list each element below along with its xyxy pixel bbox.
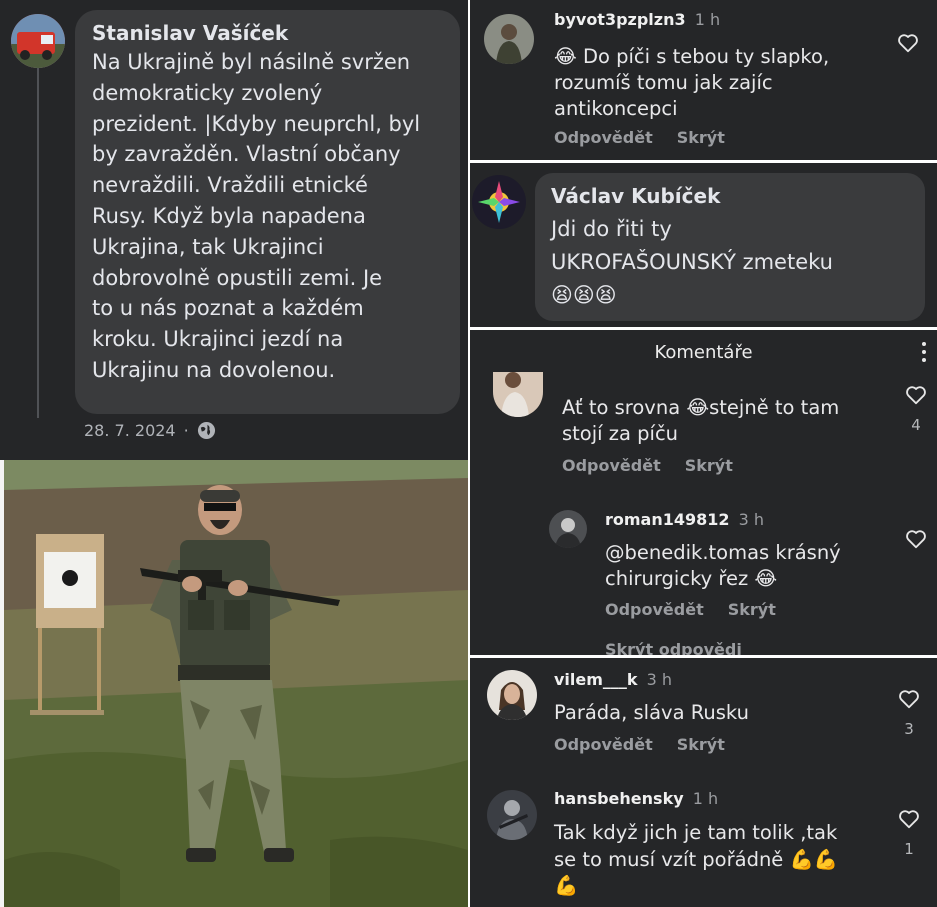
comment-header: hansbehensky 1 h [554,789,718,808]
username[interactable]: roman149812 [605,510,730,529]
comment-header: byvot3pzplzn3 1 h [554,10,720,29]
hide-replies-clip: Skrýt odpovědi [605,640,742,655]
reply-button[interactable]: Odpovědět [554,128,653,147]
timestamp: 1 h [694,10,721,29]
hide-button[interactable]: Skrýt [728,600,776,619]
comment-text: 😂 Do píči s tebou ty slapko, rozumíš tom… [554,45,830,120]
more-vertical-icon[interactable] [921,342,927,366]
hide-button[interactable]: Skrýt [685,456,733,475]
username[interactable]: vilem___k [554,670,638,689]
like-count: 3 [904,720,914,738]
reply-button[interactable]: Odpovědět [562,456,661,475]
comment-text: Jdi do řiti ty UKROFAŠOUNSKÝ zmeteku 😫😫😫 [551,217,833,307]
timestamp: 3 h [646,670,673,689]
username[interactable]: byvot3pzplzn3 [554,10,686,29]
globe-icon [197,421,215,440]
hide-button[interactable]: Skrýt [677,128,725,147]
instagram-comment: byvot3pzplzn3 1 h 😂 Do píči s tebou ty s… [470,0,937,160]
reply-button[interactable]: Odpovědět [605,600,704,619]
comment-actions: Odpovědět Skrýt [554,735,725,754]
reply-button[interactable]: Odpovědět [554,735,653,754]
facebook-comment: Stanislav Vašíček Na Ukrajině byl násiln… [0,0,468,460]
heart-outline-icon[interactable] [898,688,920,710]
hide-button[interactable]: Skrýt [677,735,725,754]
comment-author[interactable]: Václav Kubíček [551,183,909,209]
user-avatar[interactable] [549,510,587,548]
comments-sheet: Komentáře Ať to srovna 😂stejně to tam st… [470,330,937,655]
comments-list: vilem___k 3 h Paráda, sláva Rusku Odpově… [470,658,937,907]
comment-bubble: Stanislav Vašíček Na Ukrajině byl násiln… [75,10,460,414]
comment-date[interactable]: 28. 7. 2024 [84,421,176,440]
like-count: 4 [911,416,921,434]
heart-outline-icon[interactable] [898,808,920,830]
comment-header: roman149812 3 h [605,510,764,529]
timestamp: 1 h [692,789,719,808]
user-avatar[interactable] [487,790,537,840]
comment-actions: Odpovědět Skrýt [562,456,733,475]
author-avatar[interactable] [11,14,65,68]
heart-outline-icon[interactable] [905,384,927,406]
like-count: 1 [904,840,914,858]
comment-text: Ať to srovna 😂stejně to tam stojí za píč… [562,396,840,445]
heart-outline-icon[interactable] [897,32,919,54]
comment-bubble: Václav Kubíček Jdi do řiti ty UKROFAŠOUN… [535,173,925,321]
comment-text: @benedik.tomas krásný chirurgicky řez 😂 [605,541,841,590]
user-avatar[interactable] [472,175,526,229]
photo-illustration [4,460,468,907]
thread-line [37,66,39,418]
timestamp: 3 h [738,510,765,529]
username[interactable]: hansbehensky [554,789,684,808]
meta-separator: · [183,421,189,440]
user-avatar[interactable] [487,670,537,720]
comment-text: Tak když jich je tam tolik ,tak se to mu… [554,821,839,897]
comment-text: Na Ukrajině byl násilně svržen demokrati… [92,50,421,382]
comment-actions: Odpovědět Skrýt [605,600,776,619]
comment-author[interactable]: Stanislav Vašíček [92,20,444,46]
facebook-comment-2: Václav Kubíček Jdi do řiti ty UKROFAŠOUN… [470,163,937,327]
attached-photo[interactable] [0,460,468,907]
heart-outline-icon[interactable] [905,528,927,550]
user-avatar[interactable] [493,372,543,417]
comment-header: vilem___k 3 h [554,670,672,689]
comment-text: Paráda, sláva Rusku [554,701,749,724]
comments-title: Komentáře [654,342,753,363]
comment-meta: 28. 7. 2024 · [84,421,216,440]
user-avatar[interactable] [484,14,534,64]
comment-actions: Odpovědět Skrýt [554,128,725,147]
hide-replies-button[interactable]: Skrýt odpovědi [605,640,742,655]
